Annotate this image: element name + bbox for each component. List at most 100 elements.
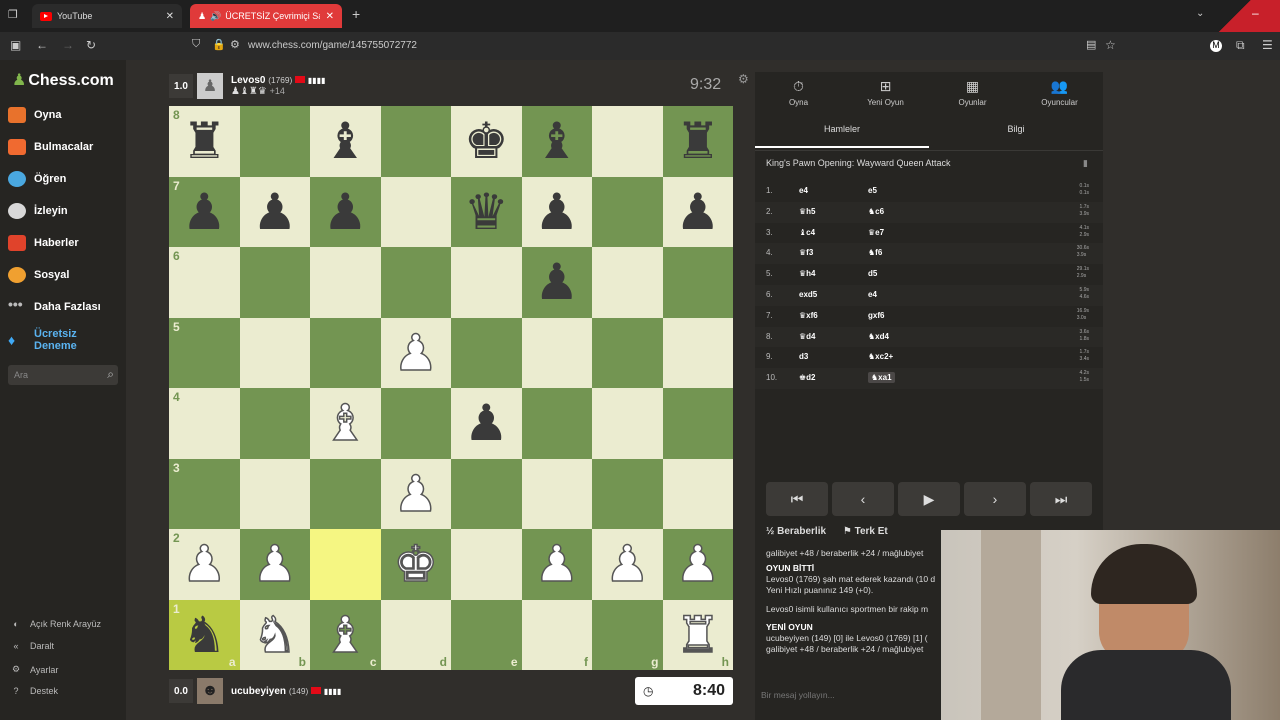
play-button[interactable]: ▶ [898, 482, 960, 516]
close-tab-icon[interactable]: ✕ [320, 11, 334, 22]
bottom-player-name[interactable]: ucubeyiyen (149) ▮▮▮▮ [231, 686, 341, 697]
square-e4[interactable]: ♟ [451, 388, 522, 459]
square-d8[interactable] [380, 106, 451, 177]
chat-input[interactable]: Bir mesaj yollayın... [761, 690, 835, 700]
back-icon[interactable]: ← [36, 38, 48, 52]
sidebar-toggle-icon[interactable]: ▣ [10, 38, 21, 52]
black-pawn-piece[interactable]: ♟ [464, 398, 509, 448]
tab-menu-icon[interactable]: ⌄ [1196, 8, 1204, 19]
search-input[interactable]: Ara ⌕ [8, 365, 118, 385]
black-rook-piece[interactable]: ♜ [182, 116, 227, 166]
square-a8[interactable]: ♜ 8 [169, 106, 240, 177]
square-b3[interactable] [239, 458, 310, 529]
tab-youtube[interactable]: YouTube ✕ [32, 4, 182, 28]
square-e3[interactable] [451, 458, 522, 529]
square-g1[interactable]: g [592, 599, 663, 670]
white-move[interactable]: ♛h4 [799, 269, 816, 278]
square-h1[interactable]: ♜ h [662, 599, 733, 670]
black-pawn-piece[interactable]: ♟ [534, 257, 579, 307]
close-tab-icon[interactable]: ✕ [160, 11, 174, 22]
square-g6[interactable] [592, 247, 663, 318]
square-a2[interactable]: ♟ 2 [169, 529, 240, 600]
square-h7[interactable]: ♟ [662, 176, 733, 247]
support-button[interactable]: ? Destek [10, 686, 58, 696]
tab-new-game[interactable]: ⊞ Yeni Oyun [842, 78, 929, 107]
square-h3[interactable] [662, 458, 733, 529]
square-f5[interactable] [521, 317, 592, 388]
audio-icon[interactable]: 🔊 [210, 11, 221, 22]
black-move[interactable]: d5 [868, 269, 877, 278]
black-king-piece[interactable]: ♚ [464, 116, 509, 166]
white-pawn-piece[interactable]: ♟ [181, 539, 227, 591]
square-e1[interactable]: e [451, 599, 522, 670]
black-knight-piece[interactable]: ♞ [182, 610, 227, 660]
sidebar-item-free-trial[interactable]: ♦ Ücretsiz Deneme [8, 328, 84, 352]
black-move[interactable]: ♞xd4 [868, 332, 889, 341]
sidebar-item-play[interactable]: Oyna [8, 107, 62, 123]
square-c1[interactable]: ♝ c [310, 599, 381, 670]
black-pawn-piece[interactable]: ♟ [252, 187, 297, 237]
square-a4[interactable]: 4 [169, 388, 240, 459]
bottom-player-avatar[interactable]: ☻ [197, 678, 223, 704]
square-h5[interactable] [662, 317, 733, 388]
black-bishop-piece[interactable]: ♝ [323, 116, 368, 166]
square-f1[interactable]: f [521, 599, 592, 670]
square-b1[interactable]: ♞ b [239, 599, 310, 670]
square-c3[interactable] [310, 458, 381, 529]
square-b8[interactable] [239, 106, 310, 177]
white-bishop-piece[interactable]: ♝ [322, 398, 368, 450]
square-g5[interactable] [592, 317, 663, 388]
square-c6[interactable] [310, 247, 381, 318]
square-e6[interactable] [451, 247, 522, 318]
square-f6[interactable]: ♟ [521, 247, 592, 318]
square-d4[interactable] [380, 388, 451, 459]
square-e7[interactable]: ♛ [451, 176, 522, 247]
tab-games[interactable]: ▦ Oyunlar [929, 78, 1016, 107]
top-player-avatar[interactable]: ♟ [197, 73, 223, 99]
white-rook-piece[interactable]: ♜ [675, 609, 721, 661]
collapse-button[interactable]: «Daralt [10, 641, 54, 651]
white-move[interactable]: ♝c4 [799, 228, 815, 237]
square-e5[interactable] [451, 317, 522, 388]
opening-name[interactable]: King's Pawn Opening: Wayward Queen Attac… [766, 158, 950, 168]
new-tab-icon[interactable]: + [352, 6, 360, 22]
tab-play[interactable]: ⏱ Oyna [755, 78, 842, 107]
url-text[interactable]: www.chess.com/game/145755072772 [248, 40, 417, 51]
square-b6[interactable] [239, 247, 310, 318]
black-move[interactable]: e5 [868, 186, 877, 195]
last-move-button[interactable]: ⏭ [1030, 482, 1092, 516]
square-d2[interactable]: ♚ [380, 529, 451, 600]
square-c2[interactable] [310, 529, 381, 600]
extensions-icon[interactable]: ⧉ [1236, 38, 1245, 53]
black-pawn-piece[interactable]: ♟ [323, 187, 368, 237]
black-pawn-piece[interactable]: ♟ [182, 187, 227, 237]
black-move[interactable]: ♞f6 [868, 248, 882, 257]
black-bishop-piece[interactable]: ♝ [534, 116, 579, 166]
square-b4[interactable] [239, 388, 310, 459]
sidebar-item-learn[interactable]: Öğren [8, 171, 66, 187]
sidebar-item-puzzles[interactable]: Bulmacalar [8, 139, 93, 155]
white-move[interactable]: exd5 [799, 290, 817, 299]
white-pawn-piece[interactable]: ♟ [252, 539, 298, 591]
white-move[interactable]: ♛f3 [799, 248, 813, 257]
white-move[interactable]: ♛xf6 [799, 311, 818, 320]
white-pawn-piece[interactable]: ♟ [393, 327, 439, 379]
square-b2[interactable]: ♟ [239, 529, 310, 600]
black-move[interactable]: ♞c6 [868, 207, 884, 216]
white-pawn-piece[interactable]: ♟ [604, 539, 650, 591]
settings-button[interactable]: ⚙ Ayarlar [10, 664, 58, 675]
board-settings-icon[interactable]: ⚙ [738, 72, 749, 86]
square-a1[interactable]: ♞ 1 a [169, 599, 240, 670]
first-move-button[interactable]: ⏮ [766, 482, 828, 516]
square-g8[interactable] [592, 106, 663, 177]
chesscom-logo[interactable]: ♟ Chess.com [12, 70, 114, 90]
opening-book-icon[interactable]: ▮ [1083, 158, 1088, 169]
white-bishop-piece[interactable]: ♝ [322, 609, 368, 661]
square-h8[interactable]: ♜ [662, 106, 733, 177]
square-b7[interactable]: ♟ [239, 176, 310, 247]
black-move[interactable]: gxf6 [868, 311, 884, 320]
square-e8[interactable]: ♚ [451, 106, 522, 177]
square-f3[interactable] [521, 458, 592, 529]
black-move[interactable]: e4 [868, 290, 877, 299]
square-f2[interactable]: ♟ [521, 529, 592, 600]
